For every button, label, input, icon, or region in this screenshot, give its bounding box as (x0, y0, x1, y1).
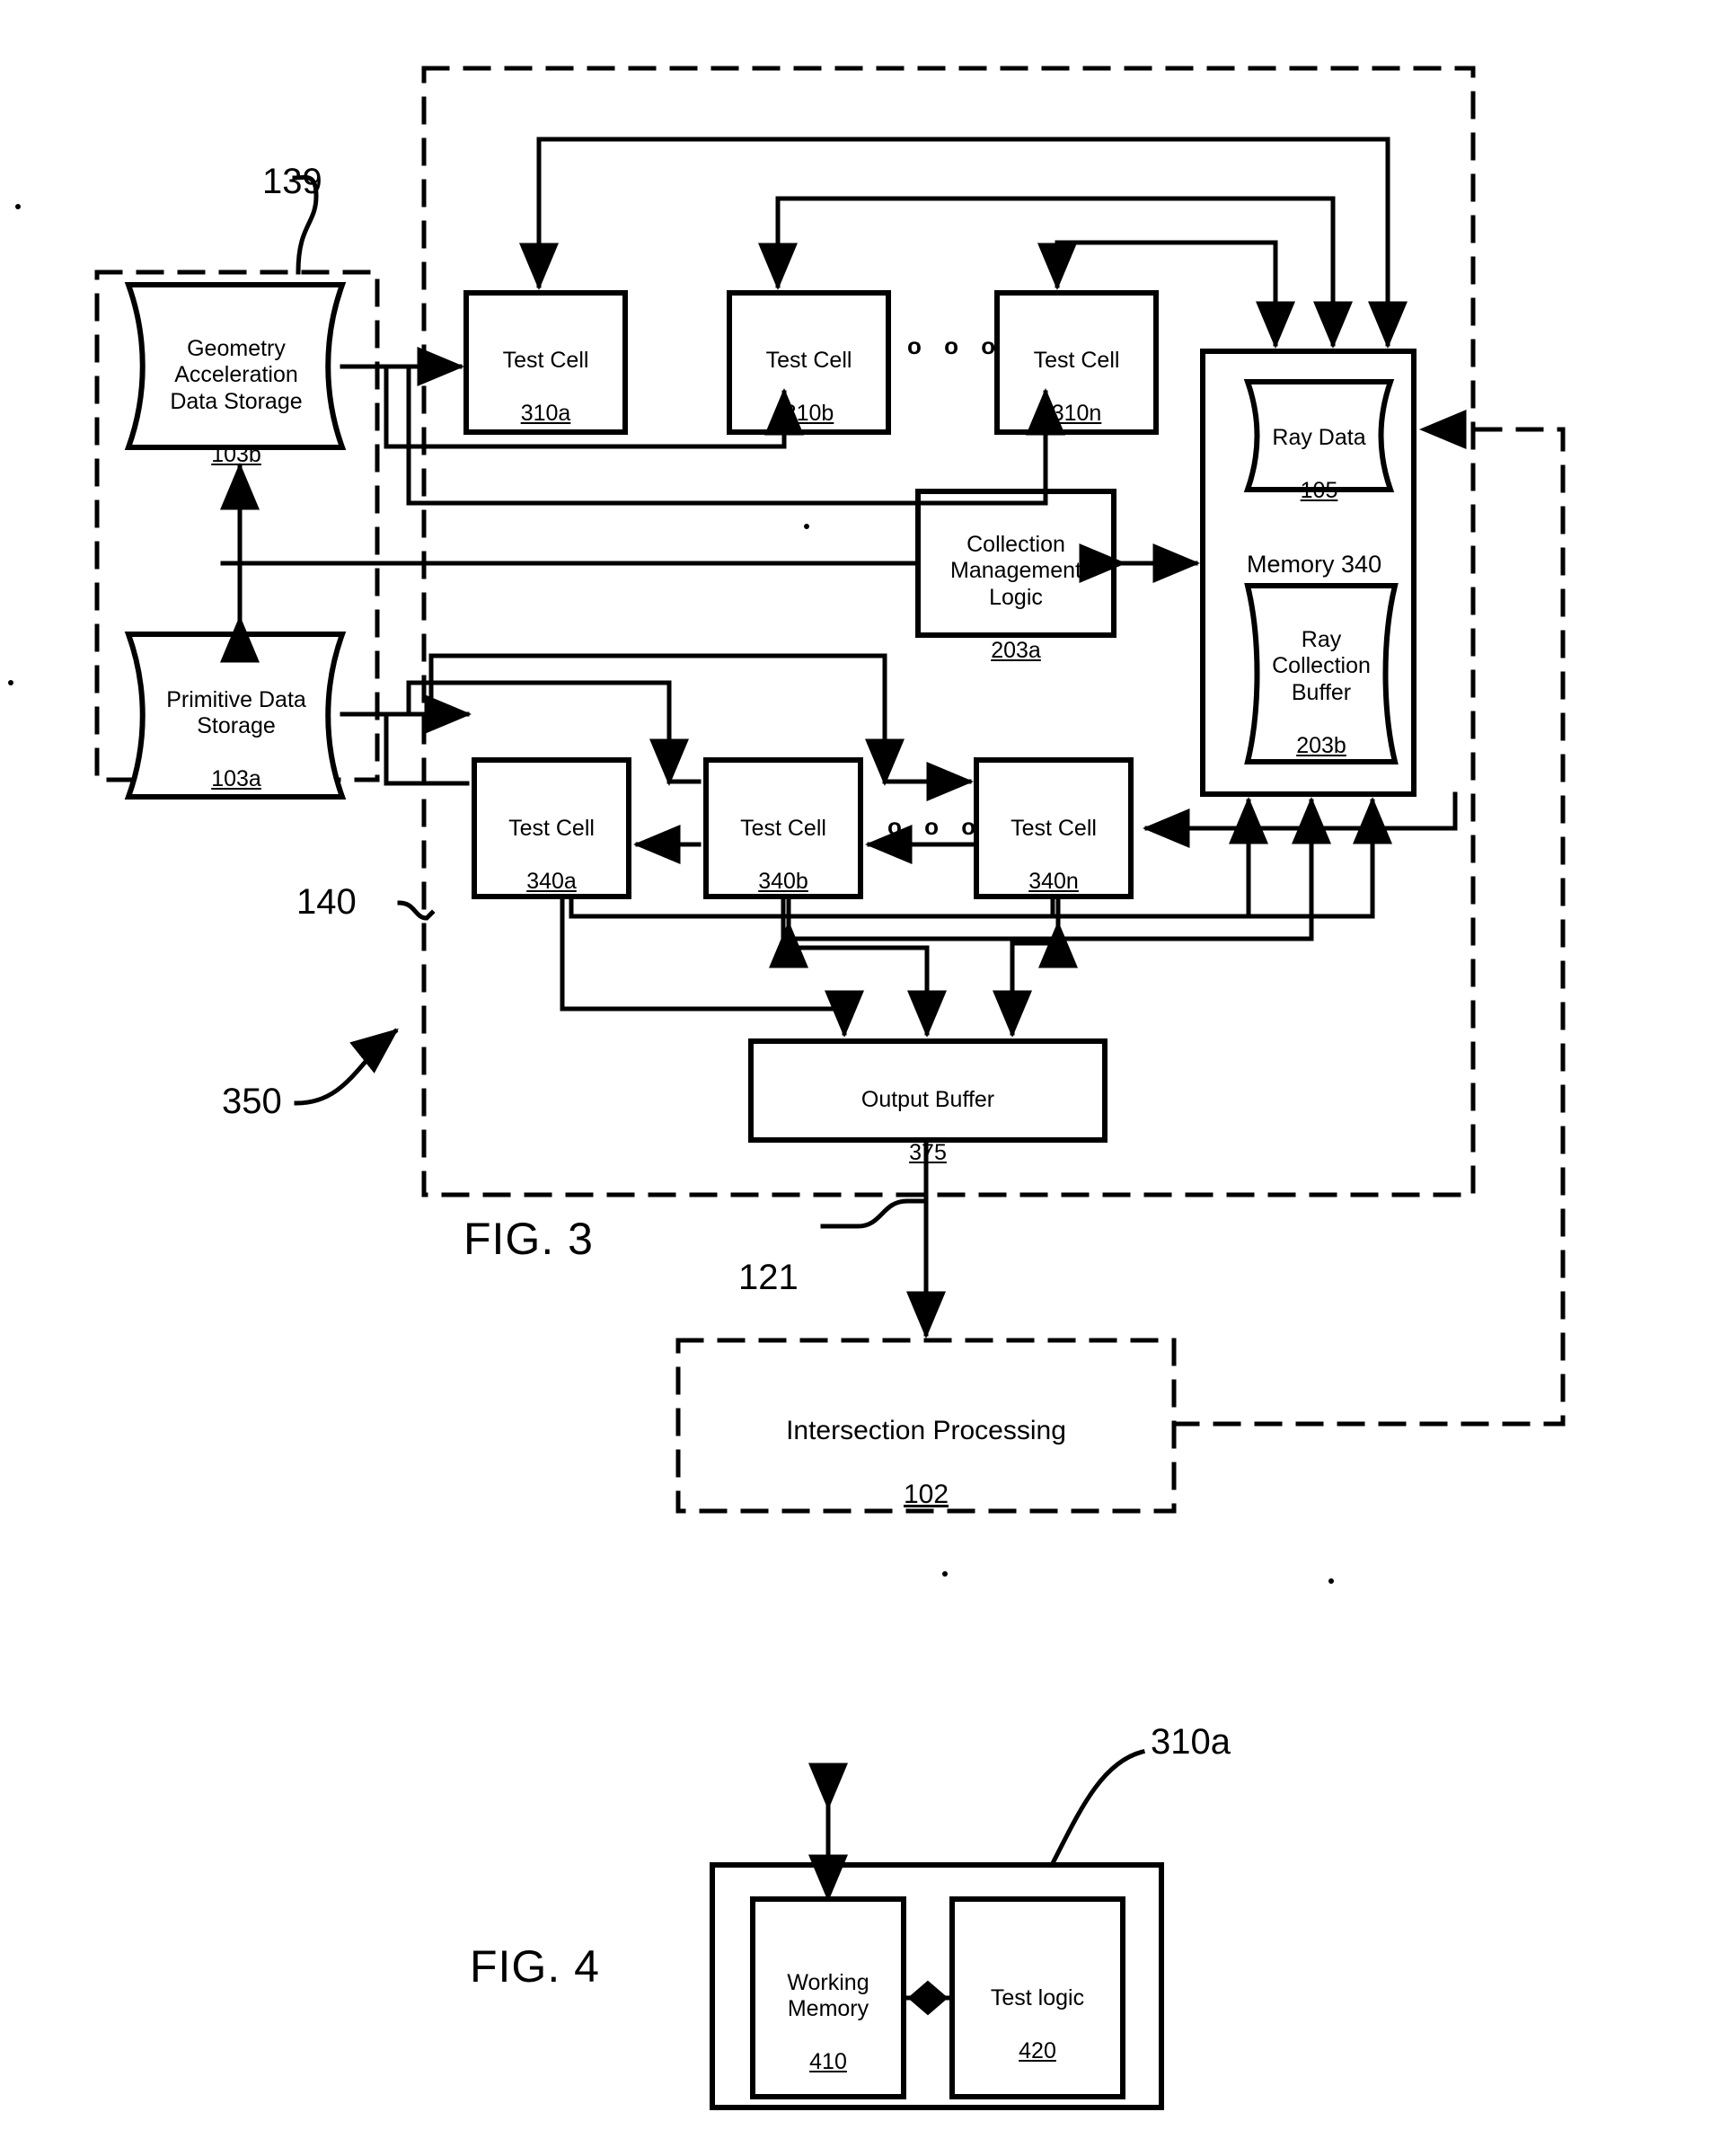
bottom-row-ellipsis: o o o (887, 813, 984, 840)
test-cell-310b-number: 310b (783, 400, 834, 426)
ref-number-121: 121 (738, 1258, 799, 1297)
test-cell-340b-name: Test Cell (740, 815, 826, 841)
test-cell-340n-label: Test Cell 340n (976, 789, 1131, 895)
patent-figure-page: 139 Geometry Acceleration Data Storage 1… (0, 0, 1721, 2156)
fig4-test-logic-number: 420 (1019, 2037, 1056, 2063)
test-cell-310a-label: Test Cell 310a (466, 321, 625, 427)
primitive-storage-number: 103a (211, 766, 261, 791)
ref-number-350: 350 (222, 1082, 282, 1121)
prim-bus-trunk-a (384, 711, 470, 786)
test-cell-310a-number: 310a (520, 400, 571, 426)
memory-name: Memory (1247, 551, 1335, 578)
fig4-working-memory-number: 410 (809, 2049, 847, 2074)
test-cell-340b-number: 340b (758, 868, 808, 894)
fig4-test-logic-label: Test logic 420 (952, 1958, 1123, 2064)
fig3-caption: FIG. 3 (463, 1214, 594, 1264)
ray-data-name: Ray Data (1272, 424, 1366, 450)
test-cell-310b-label: Test Cell 310b (729, 321, 888, 427)
geometry-storage-label: Geometry Acceleration Data Storage 103b (142, 309, 331, 468)
output-buffer-name: Output Buffer (860, 1086, 995, 1112)
collection-management-logic-name: Collection Management Logic (950, 531, 1081, 610)
fig4-leader-310a (1048, 1748, 1146, 1869)
test-cell-310n-label: Test Cell 310n (997, 321, 1156, 427)
test-cell-310n-number: 310n (1051, 400, 1102, 426)
ray-data-number: 105 (1300, 477, 1338, 503)
geometry-storage-number: 103b (211, 441, 261, 467)
fig4-working-memory-name: Working Memory (787, 1969, 869, 2022)
primitive-storage-name: Primitive Data Storage (166, 686, 306, 739)
test-cell-340a-name: Test Cell (508, 815, 595, 841)
feedback-loop-to-310a (519, 137, 1390, 290)
fig4-caption: FIG. 4 (470, 1941, 600, 1992)
test-cell-340b-label: Test Cell 340b (706, 789, 860, 895)
intersection-processing-number: 102 (903, 1480, 949, 1510)
ray-collection-buffer-number: 203b (1296, 732, 1346, 758)
collection-management-logic-label: Collection Management Logic 203a (918, 505, 1114, 664)
ref-number-140: 140 (296, 882, 357, 922)
memory-label: Memory 340 (1247, 551, 1381, 579)
output-buffer-label: Output Buffer 375 (751, 1060, 1105, 1166)
intersection-processing-label: Intersection Processing 102 (678, 1383, 1174, 1511)
leader-140 (397, 900, 436, 921)
test-cell-340n-number: 340n (1028, 868, 1079, 894)
memory-number: 340 (1341, 551, 1382, 578)
fig4-working-memory-label: Working Memory 410 (753, 1943, 904, 2076)
test-cell-340a-label: Test Cell 340a (474, 789, 629, 895)
ray-data-label: Ray Data 105 (1254, 398, 1384, 504)
leader-350 (294, 1028, 399, 1106)
fig4-test-logic-name: Test logic (990, 1984, 1085, 2010)
fig4-ref-number-310a: 310a (1151, 1722, 1231, 1762)
primitive-storage-label: Primitive Data Storage 103a (142, 660, 331, 793)
ref-number-139: 139 (262, 162, 322, 201)
top-row-ellipsis: o o o (907, 332, 1004, 359)
test-cell-310b-name: Test Cell (765, 347, 852, 373)
test-cell-310n-name: Test Cell (1033, 347, 1120, 373)
intersection-processing-name: Intersection Processing (786, 1416, 1066, 1446)
leader-121-squiggle (820, 1198, 929, 1229)
test-cell-310a-name: Test Cell (502, 347, 589, 373)
output-buffer-number: 375 (909, 1139, 947, 1165)
ray-collection-buffer-label: Ray Collection Buffer 203b (1254, 600, 1389, 759)
ray-collection-buffer-name: Ray Collection Buffer (1272, 626, 1371, 705)
test-cell-340n-name: Test Cell (1011, 815, 1097, 841)
feedback-loop-to-310n (1037, 240, 1278, 290)
test-cell-340a-number: 340a (526, 868, 577, 894)
geometry-storage-name: Geometry Acceleration Data Storage (170, 335, 303, 414)
collection-management-logic-number: 203a (991, 637, 1041, 663)
